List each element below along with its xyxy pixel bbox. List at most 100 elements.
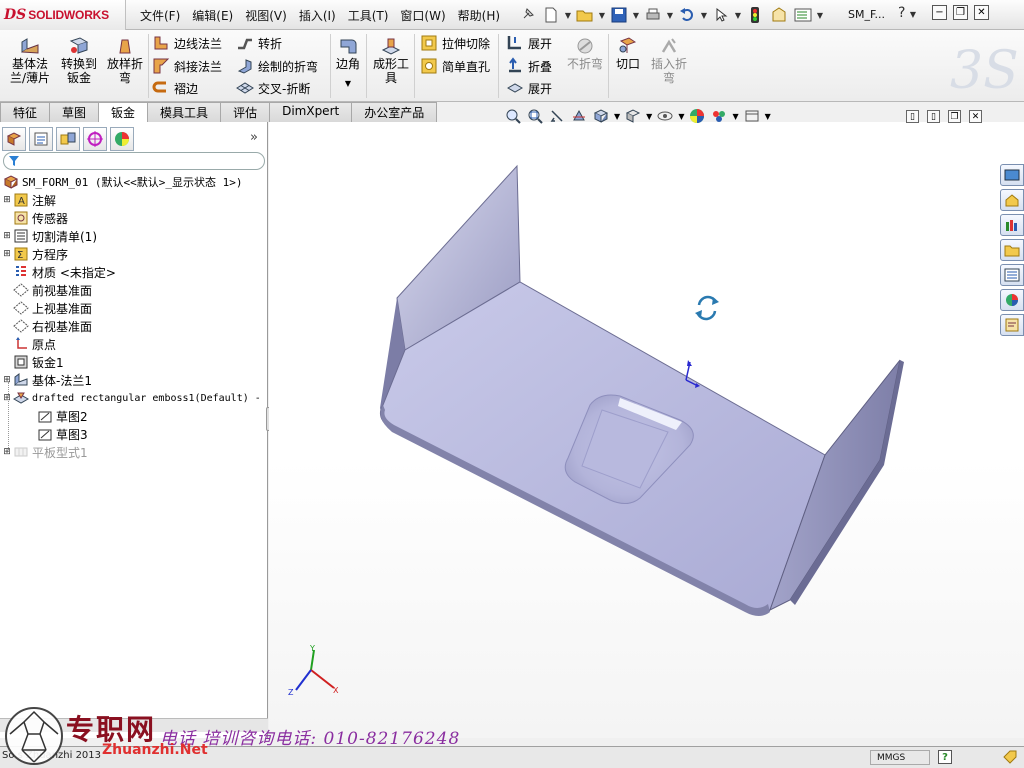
chevron-down-icon[interactable]: ▼	[816, 11, 824, 20]
chevron-down-icon[interactable]: ▼	[564, 11, 572, 20]
chevron-down-icon[interactable]: ▼	[646, 112, 652, 121]
chevron-down-icon[interactable]: ▼	[666, 11, 674, 20]
tree-item[interactable]: 钣金1	[2, 353, 268, 371]
chevron-down-icon[interactable]: ▼	[598, 11, 606, 20]
chevron-down-icon[interactable]: ▼	[632, 11, 640, 20]
expand-panel-icon[interactable]: »	[250, 130, 258, 145]
rebuild-traffic-light-icon[interactable]	[744, 5, 766, 25]
feature-manager-icon[interactable]	[2, 127, 26, 151]
tab-office-products[interactable]: 办公室产品	[351, 102, 438, 122]
expand-toggle-icon[interactable]: ⊞	[2, 375, 12, 385]
minimize-button[interactable]: −	[932, 5, 947, 20]
pushpin-icon[interactable]	[520, 6, 536, 25]
tree-root[interactable]: SM_FORM_01 (默认<<默认>_显示状态 1>)	[2, 173, 268, 191]
menu-file[interactable]: 文件(F)	[134, 5, 186, 25]
tree-item[interactable]: ⊞ Σ 方程序	[2, 245, 268, 263]
menu-help[interactable]: 帮助(H)	[452, 5, 506, 25]
tab-features[interactable]: 特征	[0, 102, 51, 122]
chevron-down-icon[interactable]: ▼	[614, 112, 620, 121]
base-flange-button[interactable]: 基体法 兰/薄片	[8, 36, 52, 85]
chevron-down-icon[interactable]: ▼	[700, 11, 708, 20]
tree-item[interactable]: 上视基准面	[2, 299, 268, 317]
unfold-button[interactable]: 展开	[506, 33, 552, 53]
expand-toggle-icon[interactable]: ⊞	[2, 195, 12, 205]
menu-view[interactable]: 视图(V)	[239, 5, 293, 25]
menu-window[interactable]: 窗口(W)	[394, 5, 451, 25]
no-bends-button[interactable]: 不折弯	[566, 36, 604, 71]
menu-insert[interactable]: 插入(I)	[293, 5, 342, 25]
open-folder-icon[interactable]	[574, 5, 596, 25]
solidworks-logo[interactable]: DS SOLIDWORKS	[0, 0, 126, 30]
edge-flange-button[interactable]: 边线法兰	[152, 33, 222, 53]
status-help-icon[interactable]: ?	[938, 750, 952, 764]
display-manager-icon[interactable]	[110, 127, 134, 151]
menu-tools[interactable]: 工具(T)	[342, 5, 395, 25]
convert-to-sheet-metal-button[interactable]: 转换到 钣金	[58, 36, 100, 85]
design-library-icon[interactable]	[1000, 214, 1024, 236]
chevron-down-icon[interactable]: ▼	[678, 112, 684, 121]
file-properties-icon[interactable]	[768, 5, 790, 25]
tree-item[interactable]: ⊞ 基体-法兰1	[2, 371, 268, 389]
lofted-bend-button[interactable]: 放样折 弯	[104, 36, 146, 85]
restore-button[interactable]: ❐	[953, 5, 968, 20]
dimxpert-manager-icon[interactable]	[83, 127, 107, 151]
unit-system-selector[interactable]: MMGS	[870, 750, 930, 765]
chevron-down-icon[interactable]: ▼	[734, 11, 742, 20]
close-button[interactable]: ✕	[974, 5, 989, 20]
corners-button[interactable]: 边角 ▼	[334, 36, 362, 91]
expand-toggle-icon[interactable]: ⊞	[2, 231, 12, 241]
insert-bends-button[interactable]: 插入折 弯	[646, 36, 692, 85]
tag-icon[interactable]	[1002, 750, 1018, 767]
extruded-cut-button[interactable]: 拉伸切除	[420, 33, 490, 53]
custom-properties-icon[interactable]	[1000, 314, 1024, 336]
options-icon[interactable]	[792, 5, 814, 25]
tab-dimxpert[interactable]: DimXpert	[269, 102, 353, 122]
tree-filter-input[interactable]	[3, 152, 265, 170]
tab-mold-tools[interactable]: 模具工具	[147, 102, 222, 122]
save-icon[interactable]	[608, 5, 630, 25]
jog-button[interactable]: 转折	[236, 33, 282, 53]
chevron-down-icon[interactable]: ▼	[732, 112, 738, 121]
tree-item[interactable]: ⊞ 平板型式1	[2, 443, 268, 461]
tree-item[interactable]: ⊞ 切割清单(1)	[2, 227, 268, 245]
tab-sketch[interactable]: 草图	[49, 102, 100, 122]
configuration-manager-icon[interactable]	[56, 127, 80, 151]
flatten-button[interactable]: 展开	[506, 78, 552, 98]
menu-edit[interactable]: 编辑(E)	[186, 5, 239, 25]
sketched-bend-button[interactable]: 绘制的折弯	[236, 56, 318, 76]
help-icon[interactable]: ? ▼	[898, 5, 916, 21]
cross-break-button[interactable]: 交叉-折断	[236, 78, 310, 98]
tree-item[interactable]: 材质 <未指定>	[2, 263, 268, 281]
tree-item[interactable]: 草图3	[2, 425, 268, 443]
tree-item[interactable]: 右视基准面	[2, 317, 268, 335]
hem-button[interactable]: 褶边	[152, 78, 198, 98]
sheet-metal-part-model[interactable]: Y X Z	[269, 122, 1024, 738]
rip-button[interactable]: 切口	[612, 36, 644, 71]
tab-sheet-metal[interactable]: 钣金	[98, 102, 149, 123]
file-explorer-icon[interactable]	[1000, 239, 1024, 261]
tree-item[interactable]: 草图2	[2, 407, 268, 425]
tab-evaluate[interactable]: 评估	[220, 102, 271, 122]
solidworks-resources-icon[interactable]	[1000, 164, 1024, 186]
view-palette-icon[interactable]	[1000, 264, 1024, 286]
tree-item[interactable]: ⊞ drafted rectangular emboss1(Default) -	[2, 389, 268, 407]
chevron-down-icon[interactable]: ▼	[345, 77, 351, 91]
tree-item[interactable]: 原点	[2, 335, 268, 353]
home-icon[interactable]	[1000, 189, 1024, 211]
undo-icon[interactable]	[676, 5, 698, 25]
expand-toggle-icon[interactable]: ⊞	[2, 447, 12, 457]
forming-tool-button[interactable]: 成形工 具	[370, 36, 412, 85]
tree-item[interactable]: 前视基准面	[2, 281, 268, 299]
appearances-icon[interactable]	[1000, 289, 1024, 311]
property-manager-icon[interactable]	[29, 127, 53, 151]
new-document-icon[interactable]	[540, 5, 562, 25]
tree-item[interactable]: 传感器	[2, 209, 268, 227]
tree-item[interactable]: ⊞ A 注解	[2, 191, 268, 209]
expand-toggle-icon[interactable]: ⊞	[2, 393, 12, 403]
simple-hole-button[interactable]: 简单直孔	[420, 56, 490, 76]
fold-button[interactable]: 折叠	[506, 56, 552, 76]
miter-flange-button[interactable]: 斜接法兰	[152, 56, 222, 76]
select-cursor-icon[interactable]	[710, 5, 732, 25]
chevron-down-icon[interactable]: ▼	[765, 112, 771, 121]
print-icon[interactable]	[642, 5, 664, 25]
